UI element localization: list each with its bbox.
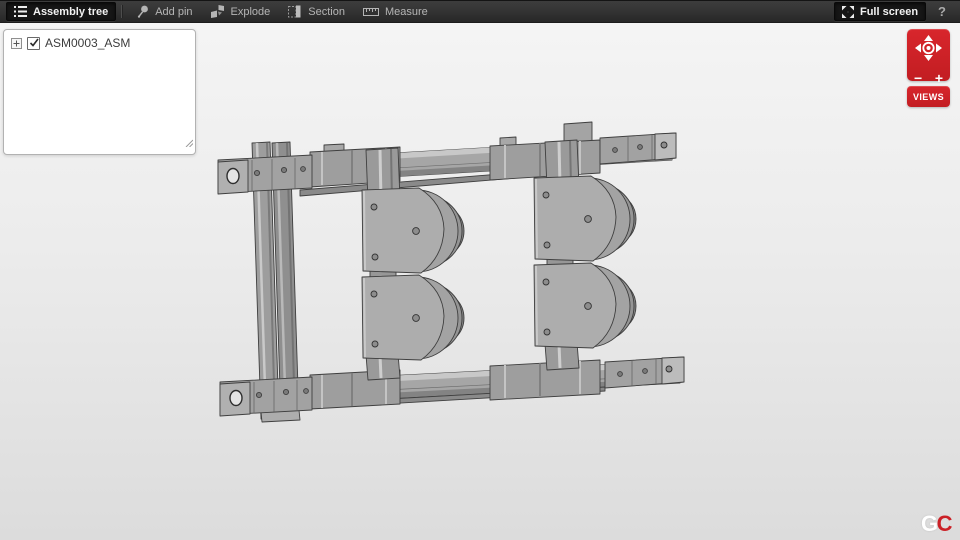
tree-list-icon xyxy=(14,6,27,17)
expand-arrows-icon xyxy=(841,5,854,18)
pin-icon xyxy=(136,5,149,18)
section-button[interactable]: Section xyxy=(279,1,354,22)
full-screen-button[interactable]: Full screen xyxy=(833,2,927,21)
explode-label: Explode xyxy=(230,5,271,18)
pan-center-dot[interactable] xyxy=(926,46,931,50)
section-label: Section xyxy=(308,5,345,18)
cad-viewer-app: Assembly tree Add pin Explode Section Me… xyxy=(0,0,960,540)
tree-root-row[interactable]: ASM0003_ASM xyxy=(4,30,195,56)
zoom-out-button[interactable]: − xyxy=(914,71,922,85)
pan-left-arrow[interactable] xyxy=(915,43,921,53)
assembly-tree-label: Assembly tree xyxy=(33,5,109,18)
tree-node-label[interactable]: ASM0003_ASM xyxy=(45,36,130,50)
logo-letter-g: G xyxy=(920,511,938,536)
measure-button[interactable]: Measure xyxy=(354,1,437,22)
dpad-icon xyxy=(915,35,942,61)
ruler-icon xyxy=(363,6,379,18)
toolbar-separator xyxy=(121,5,123,18)
add-pin-label: Add pin xyxy=(155,5,193,18)
grabcad-logo: GC xyxy=(920,511,953,536)
assembly-tree-button[interactable]: Assembly tree xyxy=(6,2,117,21)
checkbox-checked-icon[interactable] xyxy=(27,36,40,50)
explode-cube-icon xyxy=(210,5,225,18)
panel-resize-handle[interactable] xyxy=(184,134,194,152)
section-plane-icon xyxy=(288,5,302,18)
explode-button[interactable]: Explode xyxy=(202,1,280,22)
pulley-blocks xyxy=(361,175,637,361)
assembly-tree-panel: ASM0003_ASM xyxy=(3,29,196,155)
pan-control-pad[interactable]: − + xyxy=(907,29,950,85)
logo-letter-c: C xyxy=(936,511,953,536)
views-button[interactable]: VIEWS xyxy=(907,86,950,107)
top-toolbar: Assembly tree Add pin Explode Section Me… xyxy=(0,0,960,23)
measure-label: Measure xyxy=(385,5,428,18)
zoom-controls: − + xyxy=(907,71,950,85)
pan-up-arrow[interactable] xyxy=(924,35,933,41)
pan-down-arrow[interactable] xyxy=(924,55,933,61)
help-button[interactable]: ? xyxy=(930,4,954,19)
assembly-model[interactable] xyxy=(217,121,685,423)
add-pin-button[interactable]: Add pin xyxy=(127,1,201,22)
full-screen-label: Full screen xyxy=(859,5,919,18)
zoom-in-button[interactable]: + xyxy=(935,71,943,85)
pan-right-arrow[interactable] xyxy=(936,43,942,53)
expand-plus-icon[interactable] xyxy=(11,37,22,49)
toolbar-right-group: Full screen ? xyxy=(833,2,954,21)
